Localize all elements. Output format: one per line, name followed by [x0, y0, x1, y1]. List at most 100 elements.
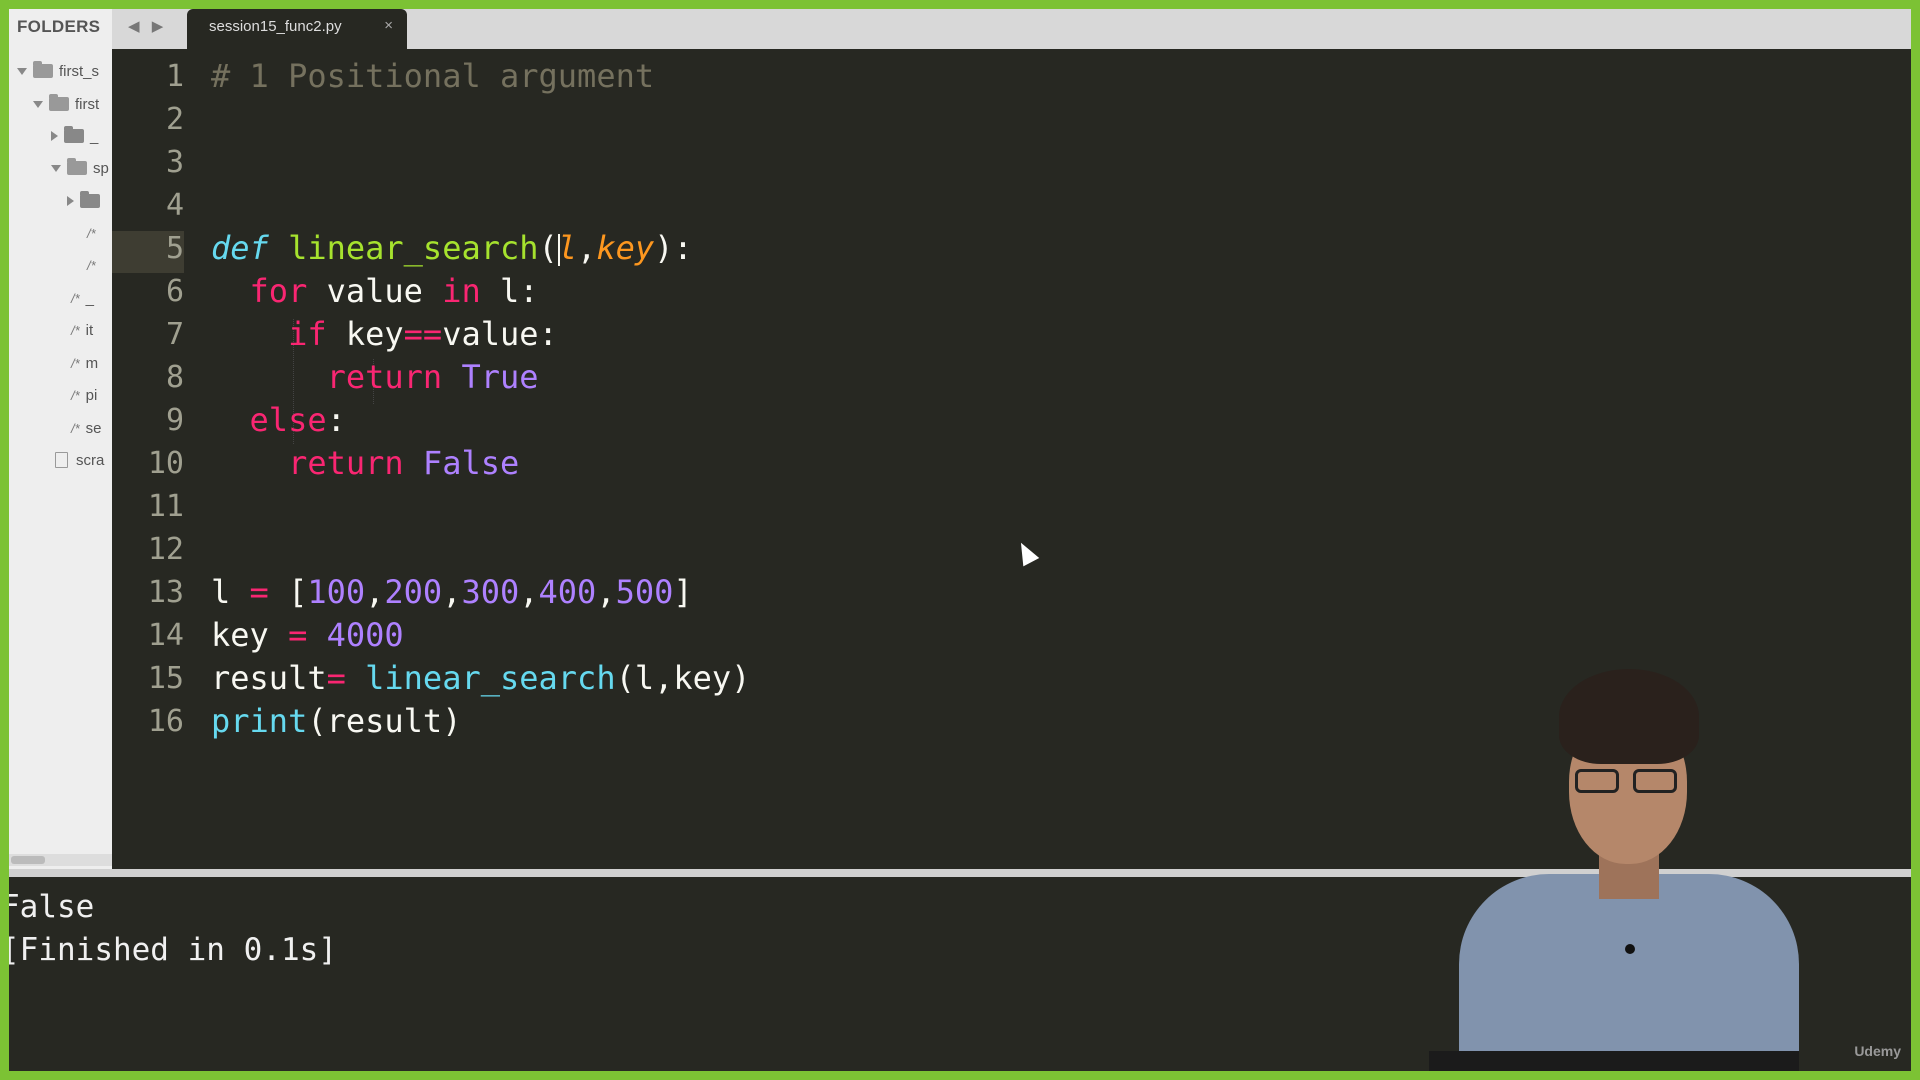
sidebar-item[interactable]: /* se — [71, 414, 102, 442]
comment-file-icon: /* — [71, 420, 80, 436]
code-identifier: result — [211, 659, 327, 697]
comment-file-icon: /* — [87, 225, 96, 241]
code-line-15: result= linear_search(l,key) — [211, 659, 750, 697]
line-number: 16 — [147, 704, 184, 739]
comment-file-icon: /* — [71, 355, 80, 371]
tab-label: session15_func2.py — [209, 18, 342, 35]
code-param: l — [557, 229, 578, 267]
sidebar-item[interactable]: sp — [51, 154, 109, 182]
code-builtin: print — [211, 702, 308, 740]
folder-open-icon — [67, 158, 87, 175]
code-keyword: for — [249, 272, 308, 310]
code-keyword: in — [442, 272, 481, 310]
line-number: 2 — [165, 102, 184, 137]
desk — [1429, 1051, 1799, 1071]
chevron-down-icon[interactable] — [17, 67, 27, 75]
chevron-down-icon[interactable] — [33, 100, 43, 108]
line-number: 15 — [147, 661, 184, 696]
line-number: 1 — [165, 59, 184, 94]
output-line: False — [9, 889, 95, 925]
code-line-16: print(result) — [211, 702, 461, 740]
presenter-hair — [1559, 669, 1699, 764]
code-identifier: value: — [442, 315, 558, 353]
code-line-9: else: — [249, 401, 346, 439]
chevron-down-icon[interactable] — [51, 164, 61, 172]
code-line-7: if key==value: — [211, 315, 558, 353]
code-number: 400 — [538, 573, 597, 611]
comment-file-icon: /* — [87, 257, 96, 273]
video-frame: FOLDERS first_s first _ sp /* /* /* _ /*… — [9, 9, 1911, 1071]
sidebar-item[interactable]: /* — [87, 251, 102, 279]
code-operator: == — [403, 315, 443, 353]
line-number: 13 — [147, 575, 184, 610]
tab-session15-func2[interactable]: session15_func2.py × — [187, 9, 407, 49]
code-keyword: def — [211, 229, 269, 267]
code-line-5: def linear_search(l,key): — [211, 229, 693, 267]
sidebar-item[interactable]: /* _ — [71, 284, 94, 312]
code-identifier: value — [307, 272, 443, 310]
code-identifier: key — [211, 616, 289, 654]
sidebar: FOLDERS first_s first _ sp /* /* /* _ /*… — [9, 9, 112, 869]
sidebar-item-label: se — [85, 419, 102, 437]
sidebar-item-label: _ — [85, 289, 95, 307]
output-line: [Finished in 0.1s] — [9, 932, 337, 968]
presenter-video — [1429, 669, 1799, 1071]
code-operator: = — [288, 616, 308, 654]
sidebar-item-label: first — [75, 95, 100, 113]
line-number: 10 — [147, 446, 184, 481]
code-comment: # 1 Positional argument — [211, 57, 655, 95]
line-number: 3 — [165, 145, 184, 180]
code-number: 4000 — [326, 616, 404, 654]
presenter-shirt — [1459, 874, 1799, 1071]
sidebar-scrollbar[interactable] — [9, 854, 112, 866]
sidebar-item[interactable]: /* m — [71, 349, 98, 377]
line-number: 4 — [165, 188, 184, 223]
code-operator: = — [249, 573, 269, 611]
code-keyword: return — [288, 444, 404, 482]
code-number: 500 — [615, 573, 674, 611]
code-identifier: l — [211, 573, 250, 611]
code-function-call: linear_search — [365, 659, 616, 697]
code-operator: = — [326, 659, 346, 697]
sidebar-item[interactable]: /* pi — [71, 381, 97, 409]
code-number: 100 — [307, 573, 366, 611]
code-keyword: else — [249, 401, 327, 439]
sidebar-item[interactable]: /* it — [71, 316, 93, 344]
tab-nav-arrows-icon[interactable]: ◀ ▶ — [128, 17, 167, 35]
code-number: 200 — [384, 573, 443, 611]
sidebar-item[interactable]: /* — [87, 219, 102, 247]
code-identifier: l: — [480, 272, 539, 310]
line-number: 14 — [147, 618, 184, 653]
comment-file-icon: /* — [71, 290, 80, 306]
folder-icon — [80, 191, 100, 208]
code-line-14: key = 4000 — [211, 616, 404, 654]
code-constant: True — [461, 358, 539, 396]
line-number: 7 — [165, 317, 184, 352]
sidebar-item[interactable]: _ — [51, 122, 98, 150]
chevron-right-icon[interactable] — [67, 196, 74, 206]
sidebar-item-label: it — [85, 321, 94, 339]
code-number: 300 — [461, 573, 520, 611]
code-args: (result) — [307, 702, 462, 740]
sidebar-item-label: first_s — [59, 62, 100, 80]
folder-icon — [64, 126, 84, 143]
line-number: 9 — [165, 403, 184, 438]
sidebar-item[interactable]: scra — [55, 446, 104, 474]
file-icon — [55, 452, 68, 468]
code-line-1: # 1 Positional argument — [211, 57, 654, 95]
code-line-8: return True — [211, 358, 539, 396]
sidebar-item[interactable]: first_s — [17, 57, 99, 85]
comment-file-icon: /* — [71, 387, 80, 403]
code-line-13: l = [100,200,300,400,500] — [211, 573, 693, 611]
scrollbar-thumb[interactable] — [11, 856, 45, 864]
chevron-right-icon[interactable] — [51, 131, 58, 141]
folder-open-icon — [33, 61, 53, 78]
close-icon[interactable]: × — [384, 17, 393, 34]
line-number: 6 — [165, 274, 184, 309]
code-constant: False — [422, 444, 520, 482]
code-function-name: linear_search — [288, 229, 539, 267]
comment-file-icon: /* — [71, 322, 80, 338]
code-line-6: for value in l: — [211, 272, 539, 310]
sidebar-item[interactable]: first — [33, 90, 99, 118]
sidebar-item[interactable] — [67, 187, 106, 215]
